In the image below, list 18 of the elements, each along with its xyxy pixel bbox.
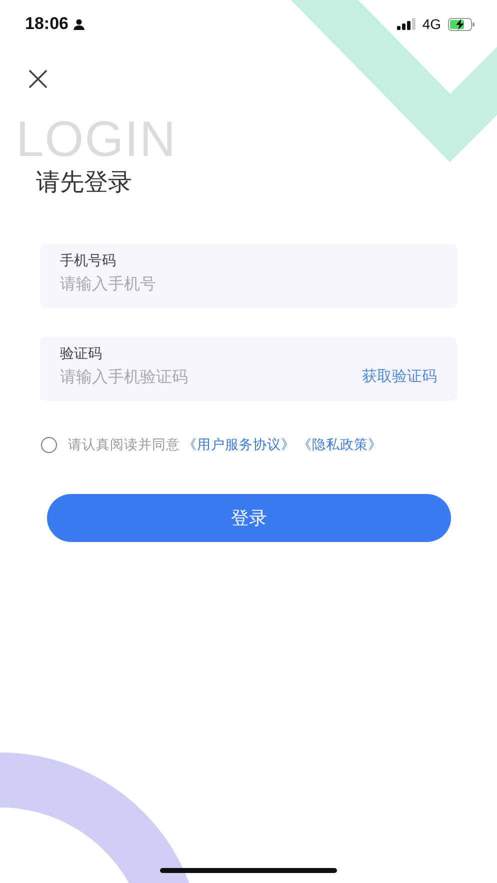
page-title: 请先登录 — [36, 167, 132, 198]
input-field[interactable]: 请输入手机号 — [60, 274, 437, 293]
network-label: 4G — [422, 16, 441, 32]
login-button[interactable]: 登录 — [47, 494, 451, 542]
input-field[interactable]: 请输入手机验证码 — [60, 367, 362, 386]
form-field[interactable]: 手机号码 请输入手机号 — [40, 244, 457, 308]
form-field[interactable]: 验证码 请输入手机验证码 获取验证码 — [40, 337, 457, 401]
field-label: 手机号码 — [60, 252, 116, 270]
get-code-link[interactable]: 获取验证码 — [362, 367, 437, 386]
agreement-link[interactable]: 《用户服务协议》 — [183, 436, 295, 454]
close-icon[interactable] — [28, 69, 48, 89]
person-icon — [73, 18, 86, 30]
status-time: 18:06 — [25, 14, 68, 34]
agree-checkbox[interactable] — [41, 437, 57, 453]
signal-icon — [397, 18, 418, 30]
agreement-link[interactable]: 《隐私政策》 — [298, 436, 382, 454]
field-label: 验证码 — [60, 345, 102, 363]
agreement-text: 请认真阅读并同意 — [68, 436, 180, 454]
